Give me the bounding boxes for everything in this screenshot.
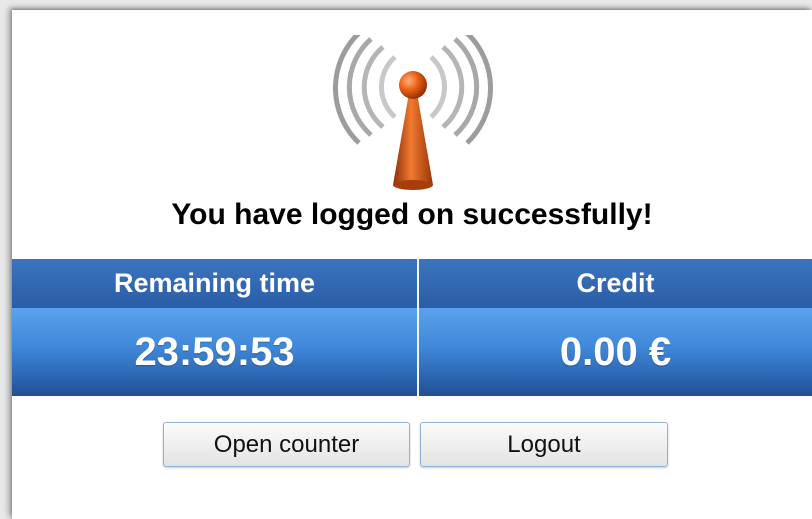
- logout-button[interactable]: Logout: [420, 422, 668, 467]
- wireless-antenna-icon: [333, 35, 493, 190]
- credit-label: Credit: [419, 259, 812, 308]
- login-status-window: You have logged on successfully! Remaini…: [12, 10, 812, 519]
- remaining-time-column: Remaining time 23:59:53: [12, 259, 417, 396]
- open-counter-button[interactable]: Open counter: [163, 422, 410, 467]
- credit-column: Credit 0.00 €: [419, 259, 812, 396]
- remaining-time-label: Remaining time: [12, 259, 417, 308]
- remaining-time-value: 23:59:53: [12, 308, 417, 396]
- login-success-message: You have logged on successfully!: [171, 198, 653, 231]
- session-info-panel: Remaining time 23:59:53 Credit 0.00 €: [12, 259, 812, 396]
- credit-value: 0.00 €: [419, 308, 812, 396]
